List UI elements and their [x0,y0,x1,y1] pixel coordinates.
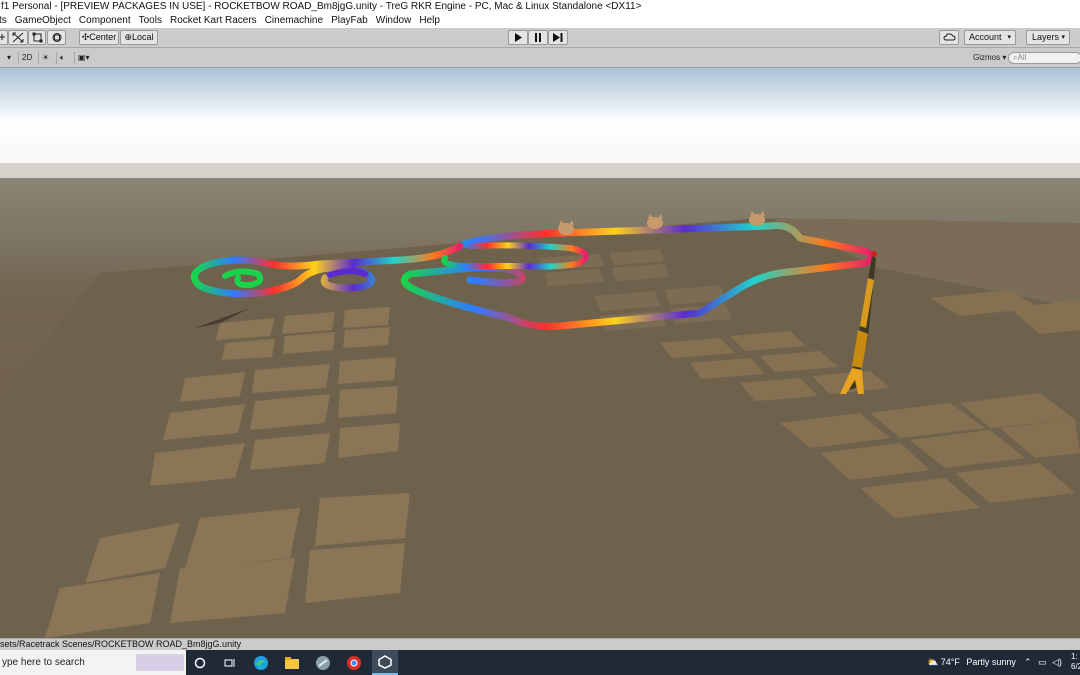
gizmos-dropdown[interactable]: Gizmos ▾ [970,52,1009,64]
pivot-center-button[interactable]: ✣Center [79,30,119,45]
gizmos-label: Gizmos [973,53,1001,62]
account-dropdown[interactable]: Account ▾ [964,30,1016,45]
menu-item-tools[interactable]: Tools [139,14,162,28]
step-icon [553,33,563,42]
menu-item-window[interactable]: Window [376,14,412,28]
transform-tool-button[interactable] [47,30,66,45]
layers-label: Layers [1032,32,1060,42]
file-explorer-icon[interactable] [282,653,302,672]
menu-item-gameobject[interactable]: GameObject [15,14,71,28]
pause-button[interactable] [528,30,548,45]
weather-text: Partly sunny [966,657,1016,667]
lighting-toggle-icon[interactable]: ☀ [38,52,52,64]
menu-item-component[interactable]: Component [79,14,131,28]
rect-tool-button[interactable] [28,30,46,45]
cloud-icon [942,33,956,41]
windows-taskbar: ype here to search ⛅ 74°F Partly sunny ⌃… [0,650,1080,675]
layers-dropdown[interactable]: Layers ▾ [1026,30,1070,45]
play-button[interactable] [508,30,528,45]
scale-tool-button[interactable] [8,30,28,45]
search-placeholder: All [1017,53,1027,62]
window-title: f1 Personal - [PREVIEW PACKAGES IN USE] … [0,0,1080,14]
clock-time: 1: [1071,652,1078,661]
network-icon[interactable]: ▭ [1038,650,1047,675]
shading-mode-chevron-icon[interactable]: ▾ [4,52,14,64]
scene-path: sets/Racetrack Scenes/ROCKETBOW ROAD_Bm8… [0,639,242,649]
menu-item-playfab[interactable]: PlayFab [331,14,368,28]
move-icon [0,34,5,40]
search-highlight-icon [136,654,184,671]
move-tool-button[interactable] [0,30,8,45]
app-icon[interactable] [313,653,333,672]
menu-item-cinemachine[interactable]: Cinemachine [265,14,323,28]
menu-bar: ts GameObject Component Tools Rocket Kart Ra… [0,14,1080,28]
scene-view-toolbar: ▾ 2D ☀ 🔈︎ ▣▾ Gizmos ▾ ⌕All [0,48,1080,68]
transform-icon [52,33,61,42]
layers-chevron-icon: ▾ [1061,34,1065,41]
clock[interactable]: 1: 6/2 [1071,652,1080,675]
account-chevron-icon: ▾ [1007,34,1011,41]
clock-date: 6/2 [1071,662,1080,671]
pivot-local-button[interactable]: ⊕Local [120,30,158,45]
menu-item-rocket-kart-racers[interactable]: Rocket Kart Racers [170,14,257,28]
tray-chevron-icon[interactable]: ⌃ [1024,650,1032,675]
hierarchy-search-input[interactable]: ⌕All [1008,52,1080,64]
chrome-browser-icon[interactable] [344,653,364,672]
taskbar-search-input[interactable]: ype here to search [0,650,186,675]
mode-2d-button[interactable]: 2D [18,52,35,64]
weather-widget[interactable]: ⛅ 74°F Partly sunny [927,650,1016,675]
timeline-icon[interactable] [220,653,240,672]
unity-editor-icon[interactable] [372,650,398,675]
status-bar: sets/Racetrack Scenes/ROCKETBOW ROAD_Bm8… [0,638,1080,650]
menu-item-assets[interactable]: ts [0,14,7,28]
task-view-icon[interactable] [190,653,210,672]
local-icon: ⊕ [124,32,133,42]
menu-item-help[interactable]: Help [419,14,440,28]
scale-icon [12,32,24,43]
cloud-button[interactable] [939,30,959,45]
center-label: Center [89,32,117,42]
volume-icon[interactable]: ◁) [1052,650,1062,675]
edge-browser-icon[interactable] [251,653,271,672]
taskbar-search-placeholder: ype here to search [2,657,85,668]
step-button[interactable] [548,30,568,45]
partly-sunny-icon: ⛅ [927,657,939,667]
scene-render [0,68,1080,638]
pause-icon [535,33,541,42]
rect-tool-icon [32,32,42,43]
account-label: Account [969,32,1002,42]
effects-toggle-icon[interactable]: ▣▾ [74,52,93,64]
local-label: Local [132,32,154,42]
play-icon [515,33,522,42]
audio-toggle-icon[interactable]: 🔈︎ [56,52,68,64]
main-toolbar: ✣Center ⊕Local Account ▾ Layers ▾ [0,28,1080,48]
weather-temp: 74°F [940,657,960,667]
scene-viewport[interactable] [0,68,1080,638]
